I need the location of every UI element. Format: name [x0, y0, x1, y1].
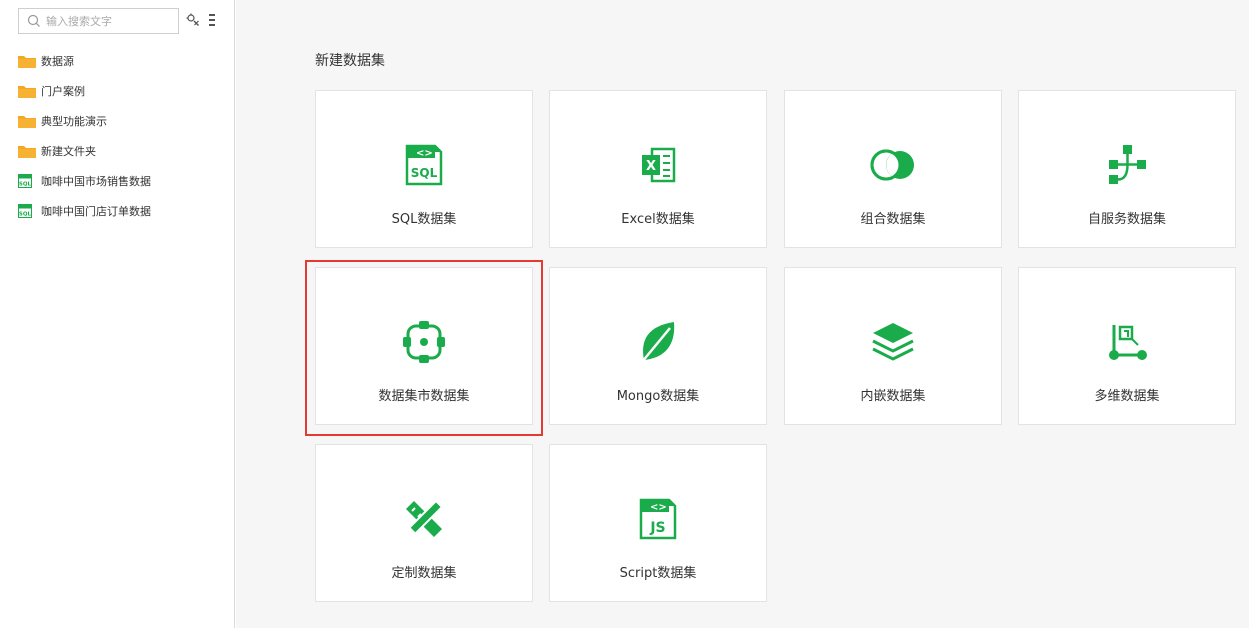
data-mart-icon	[316, 320, 532, 364]
card-embedded-dataset[interactable]: 内嵌数据集	[784, 267, 1002, 425]
pencil-ruler-icon	[316, 497, 532, 541]
card-label: 组合数据集	[860, 212, 926, 227]
svg-text:SQL: SQL	[19, 212, 32, 218]
search-input[interactable]	[46, 14, 176, 28]
svg-text:<>: <>	[650, 502, 667, 513]
card-excel-dataset[interactable]: X Excel数据集	[549, 90, 767, 248]
card-label: SQL数据集	[391, 212, 457, 227]
sidebar: 数据源 门户案例 典型功能演示 新建文件夹 SQL 咖啡中国市场销售数据	[0, 0, 235, 628]
card-label: Script数据集	[619, 566, 697, 581]
tree-item-portal-cases[interactable]: 门户案例	[18, 76, 228, 106]
locate-icon[interactable]	[186, 12, 200, 28]
folder-icon	[18, 114, 36, 128]
card-combined-dataset[interactable]: 组合数据集	[784, 90, 1002, 248]
tree-item-label: 咖啡中国市场销售数据	[41, 175, 151, 188]
js-file-icon: <> JS	[550, 497, 766, 541]
card-label: 内嵌数据集	[860, 389, 926, 404]
sql-file-icon: <> SQL	[316, 143, 532, 187]
layers-icon	[785, 320, 1001, 364]
search-box[interactable]	[18, 8, 179, 34]
card-mongo-dataset[interactable]: Mongo数据集	[549, 267, 767, 425]
svg-text:JS: JS	[649, 520, 665, 536]
card-custom-dataset[interactable]: 定制数据集	[315, 444, 533, 602]
svg-text:SQL: SQL	[19, 182, 32, 188]
resource-tree: 数据源 门户案例 典型功能演示 新建文件夹 SQL 咖啡中国市场销售数据 SQL…	[18, 46, 228, 226]
card-label: Mongo数据集	[616, 389, 700, 404]
folder-icon	[18, 144, 36, 158]
combine-circles-icon	[785, 143, 1001, 187]
svg-text:X: X	[646, 159, 656, 174]
tree-item-new-folder[interactable]: 新建文件夹	[18, 136, 228, 166]
cube-axes-icon	[1019, 320, 1235, 364]
tree-item-label: 新建文件夹	[41, 145, 96, 158]
more-menu-icon[interactable]	[205, 12, 219, 28]
folder-icon	[18, 54, 36, 68]
card-label: Excel数据集	[621, 212, 695, 227]
tree-item-label: 典型功能演示	[41, 115, 107, 128]
search-icon	[27, 14, 41, 28]
folder-icon	[18, 84, 36, 98]
card-label: 数据集市数据集	[378, 389, 470, 404]
card-self-service-dataset[interactable]: 自服务数据集	[1018, 90, 1236, 248]
flow-tree-icon	[1019, 143, 1235, 187]
page-title: 新建数据集	[315, 53, 385, 69]
leaf-icon	[550, 320, 766, 364]
card-label: 多维数据集	[1094, 389, 1160, 404]
sql-file-icon: SQL	[18, 174, 36, 188]
tree-item-label: 数据源	[41, 55, 74, 68]
main-panel: 新建数据集 <> SQL SQL数据集 X Excel数据集 组合数据集 自服务数…	[236, 0, 1249, 628]
svg-text:<>: <>	[416, 148, 433, 159]
tree-item-coffee-market-sales[interactable]: SQL 咖啡中国市场销售数据	[18, 166, 228, 196]
card-sql-dataset[interactable]: <> SQL SQL数据集	[315, 90, 533, 248]
card-label: 定制数据集	[391, 566, 457, 581]
card-multidimensional-dataset[interactable]: 多维数据集	[1018, 267, 1236, 425]
tree-item-label: 门户案例	[41, 85, 85, 98]
tree-item-feature-demo[interactable]: 典型功能演示	[18, 106, 228, 136]
card-data-mart-dataset[interactable]: 数据集市数据集	[315, 267, 533, 425]
card-script-dataset[interactable]: <> JS Script数据集	[549, 444, 767, 602]
tree-item-label: 咖啡中国门店订单数据	[41, 205, 151, 218]
tree-item-datasource[interactable]: 数据源	[18, 46, 228, 76]
sql-file-icon: SQL	[18, 204, 36, 218]
svg-text:SQL: SQL	[411, 166, 438, 180]
card-label: 自服务数据集	[1087, 212, 1166, 227]
tree-item-coffee-store-orders[interactable]: SQL 咖啡中国门店订单数据	[18, 196, 228, 226]
excel-file-icon: X	[550, 143, 766, 187]
